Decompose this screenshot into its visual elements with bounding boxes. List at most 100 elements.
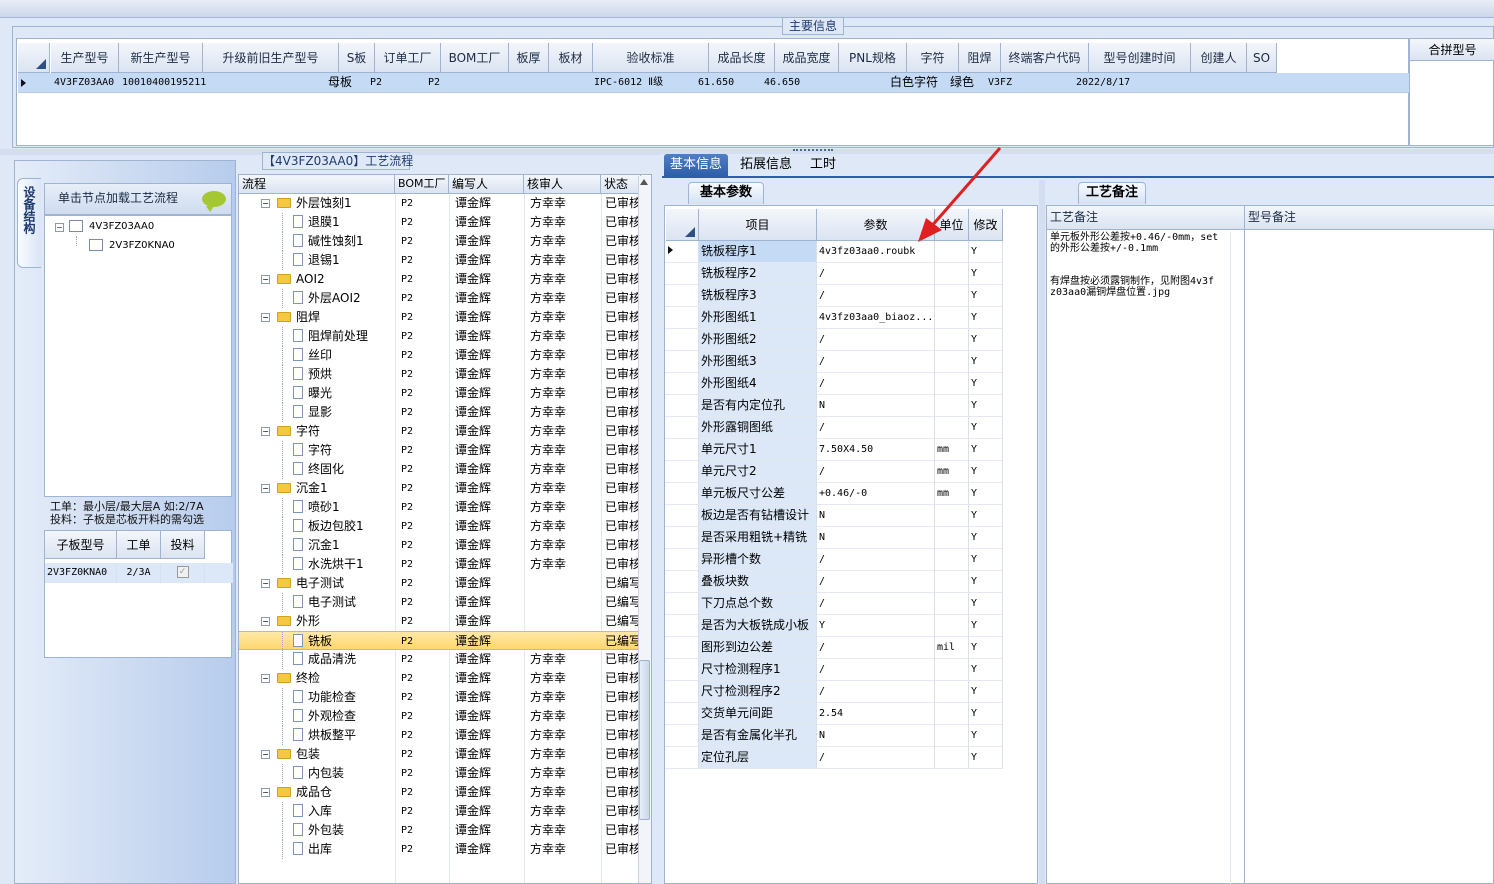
param-row[interactable]: 交货单元间距 2.54 Y — [665, 703, 1039, 725]
param-row[interactable]: 单元尺寸2/mm Y — [665, 461, 1039, 483]
main-col-header[interactable]: PNL规格 — [839, 43, 907, 73]
param-value[interactable]: / — [817, 263, 935, 285]
tab-extended-info[interactable]: 拓展信息 — [734, 154, 798, 176]
param-value[interactable]: N — [817, 395, 935, 417]
col-writer[interactable]: 编写人 — [449, 175, 524, 194]
row-selector[interactable] — [665, 527, 699, 549]
param-row[interactable]: 单元板尺寸公差 +0.46/-0 mm Y — [665, 483, 1039, 505]
param-value[interactable]: / — [817, 461, 935, 483]
process-row[interactable]: 烘板整平 P2 谭金辉 方幸幸 已审核 — [239, 726, 641, 745]
main-col-header[interactable]: 创建人 — [1191, 43, 1247, 73]
collapse-icon[interactable]: − — [261, 788, 270, 797]
collapse-icon[interactable]: − — [261, 579, 270, 588]
row-selector[interactable] — [665, 417, 699, 439]
param-row[interactable]: 外形图纸4/ Y — [665, 373, 1039, 395]
param-value[interactable]: N — [817, 505, 935, 527]
param-value[interactable]: / — [817, 549, 935, 571]
collapse-icon[interactable]: − — [261, 427, 270, 436]
process-row[interactable]: 外观检查 P2 谭金辉 方幸幸 已审核 — [239, 707, 641, 726]
process-row[interactable]: 板边包胶1 P2 谭金辉 方幸幸 已审核 — [239, 517, 641, 536]
row-selector[interactable] — [665, 681, 699, 703]
main-col-header[interactable]: 成品宽度 — [775, 43, 839, 73]
process-row[interactable]: 曝光 P2 谭金辉 方幸幸 已审核 — [239, 384, 641, 403]
main-col-header[interactable]: 新生产型号 — [119, 43, 203, 73]
collapse-icon[interactable]: − — [261, 313, 270, 322]
param-row[interactable]: 是否有金属化半孔 N Y — [665, 725, 1039, 747]
process-row[interactable]: 喷砂1 P2 谭金辉 方幸幸 已审核 — [239, 498, 641, 517]
param-row[interactable]: 外形图纸1 4v3fz03aa0_biaoz... Y — [665, 307, 1039, 329]
process-row[interactable]: 字符 P2 谭金辉 方幸幸 已审核 — [239, 441, 641, 460]
param-row[interactable]: 是否采用粗铣+精铣 N Y — [665, 527, 1039, 549]
collapse-icon[interactable]: − — [261, 750, 270, 759]
process-row[interactable]: − 电子测试 P2 谭金辉 已编写 — [239, 574, 641, 593]
row-selector[interactable] — [665, 549, 699, 571]
process-row[interactable]: 显影 P2 谭金辉 方幸幸 已审核 — [239, 403, 641, 422]
main-info-row[interactable]: 4V3FZ03AA0 10010400195211 母板 P2 P2 IPC-6012 Ⅱ… — [18, 73, 1410, 93]
row-selector[interactable] — [665, 307, 699, 329]
main-col-header[interactable]: BOM工厂 — [441, 43, 509, 73]
col-feed[interactable]: 投料 — [161, 531, 205, 559]
param-value[interactable]: / — [817, 285, 935, 307]
col-subboard-model[interactable]: 子板型号 — [45, 531, 117, 559]
process-row[interactable]: 退膜1 P2 谭金辉 方幸幸 已审核 — [239, 213, 641, 232]
param-row[interactable]: 铣板程序2/ Y — [665, 263, 1039, 285]
process-row[interactable]: 入库 P2 谭金辉 方幸幸 已审核 — [239, 802, 641, 821]
param-value[interactable]: / — [817, 637, 935, 659]
main-col-header[interactable]: 板厚 — [509, 43, 549, 73]
param-row[interactable]: 图形到边公差 / mil Y — [665, 637, 1039, 659]
process-row[interactable]: 功能检查 P2 谭金辉 方幸幸 已审核 — [239, 688, 641, 707]
tree-node-child[interactable]: 2V3FZ0KNA0 — [89, 239, 175, 251]
process-row[interactable]: 外包装 P2 谭金辉 方幸幸 已审核 — [239, 821, 641, 840]
collapse-icon[interactable]: − — [261, 617, 270, 626]
param-row[interactable]: 下刀点总个数 / Y — [665, 593, 1039, 615]
row-selector[interactable] — [665, 637, 699, 659]
row-selector[interactable] — [665, 329, 699, 351]
process-row[interactable]: − 字符 P2 谭金辉 方幸幸 已审核 — [239, 422, 641, 441]
process-row[interactable]: 终固化 P2 谭金辉 方幸幸 已审核 — [239, 460, 641, 479]
col-model-remark[interactable]: 型号备注 — [1245, 206, 1494, 230]
process-row[interactable]: − 外层蚀刻1 P2 谭金辉 方幸幸 已审核 — [239, 194, 641, 213]
process-row[interactable]: − 阻焊 P2 谭金辉 方幸幸 已审核 — [239, 308, 641, 327]
param-value[interactable]: / — [817, 593, 935, 615]
param-row[interactable]: 外形图纸2/ Y — [665, 329, 1039, 351]
tab-craft-remarks[interactable]: 工艺备注 — [1078, 182, 1146, 204]
scroll-up-icon[interactable] — [640, 179, 648, 185]
main-col-header[interactable]: 阻焊 — [959, 43, 1001, 73]
collapse-icon[interactable]: − — [261, 484, 270, 493]
row-selector[interactable] — [665, 285, 699, 307]
row-selector[interactable] — [665, 439, 699, 461]
splitter-grip-icon[interactable] — [793, 149, 833, 153]
param-value[interactable]: Y — [817, 615, 935, 637]
row-selector[interactable] — [665, 351, 699, 373]
param-value[interactable]: N — [817, 527, 935, 549]
param-value[interactable]: / — [817, 329, 935, 351]
main-col-header[interactable]: 型号创建时间 — [1089, 43, 1191, 73]
main-col-header[interactable]: 成品长度 — [709, 43, 775, 73]
param-value[interactable]: / — [817, 681, 935, 703]
process-row[interactable]: − 终检 P2 谭金辉 方幸幸 已审核 — [239, 669, 641, 688]
process-row[interactable]: − 沉金1 P2 谭金辉 方幸幸 已审核 — [239, 479, 641, 498]
process-row[interactable]: 外层AOI2 P2 谭金辉 方幸幸 已审核 — [239, 289, 641, 308]
param-row[interactable]: 尺寸检测程序2/ Y — [665, 681, 1039, 703]
tab-basic-info[interactable]: 基本信息 — [664, 154, 729, 176]
process-row[interactable]: 出库 P2 谭金辉 方幸幸 已审核 — [239, 840, 641, 859]
process-row[interactable]: − AOI2 P2 谭金辉 方幸幸 已审核 — [239, 270, 641, 289]
param-row[interactable]: 定位孔层 / Y — [665, 747, 1039, 769]
param-row[interactable]: 铣板程序3/ Y — [665, 285, 1039, 307]
param-row[interactable]: 外形露铜图纸 / Y — [665, 417, 1039, 439]
param-row[interactable]: 板边是否有钻槽设计 N Y — [665, 505, 1039, 527]
param-row[interactable]: 异形槽个数 / Y — [665, 549, 1039, 571]
collapse-icon[interactable]: − — [261, 674, 270, 683]
param-value[interactable]: +0.46/-0 — [817, 483, 935, 505]
param-row[interactable]: 单元尺寸1 7.50X4.50 mm Y — [665, 439, 1039, 461]
tree-node-root[interactable]: 4V3FZ03AA0 — [69, 220, 154, 232]
process-row[interactable]: 阻焊前处理 P2 谭金辉 方幸幸 已审核 — [239, 327, 641, 346]
main-col-header[interactable]: 生产型号 — [51, 43, 119, 73]
col-flow[interactable]: 流程 — [239, 175, 395, 194]
process-row[interactable]: 预烘 P2 谭金辉 方幸幸 已审核 — [239, 365, 641, 384]
row-selector[interactable] — [665, 725, 699, 747]
col-craft-remark[interactable]: 工艺备注 — [1047, 206, 1245, 230]
collapse-icon[interactable]: − — [261, 275, 270, 284]
collapse-icon[interactable]: − — [55, 223, 64, 232]
param-value[interactable]: / — [817, 351, 935, 373]
